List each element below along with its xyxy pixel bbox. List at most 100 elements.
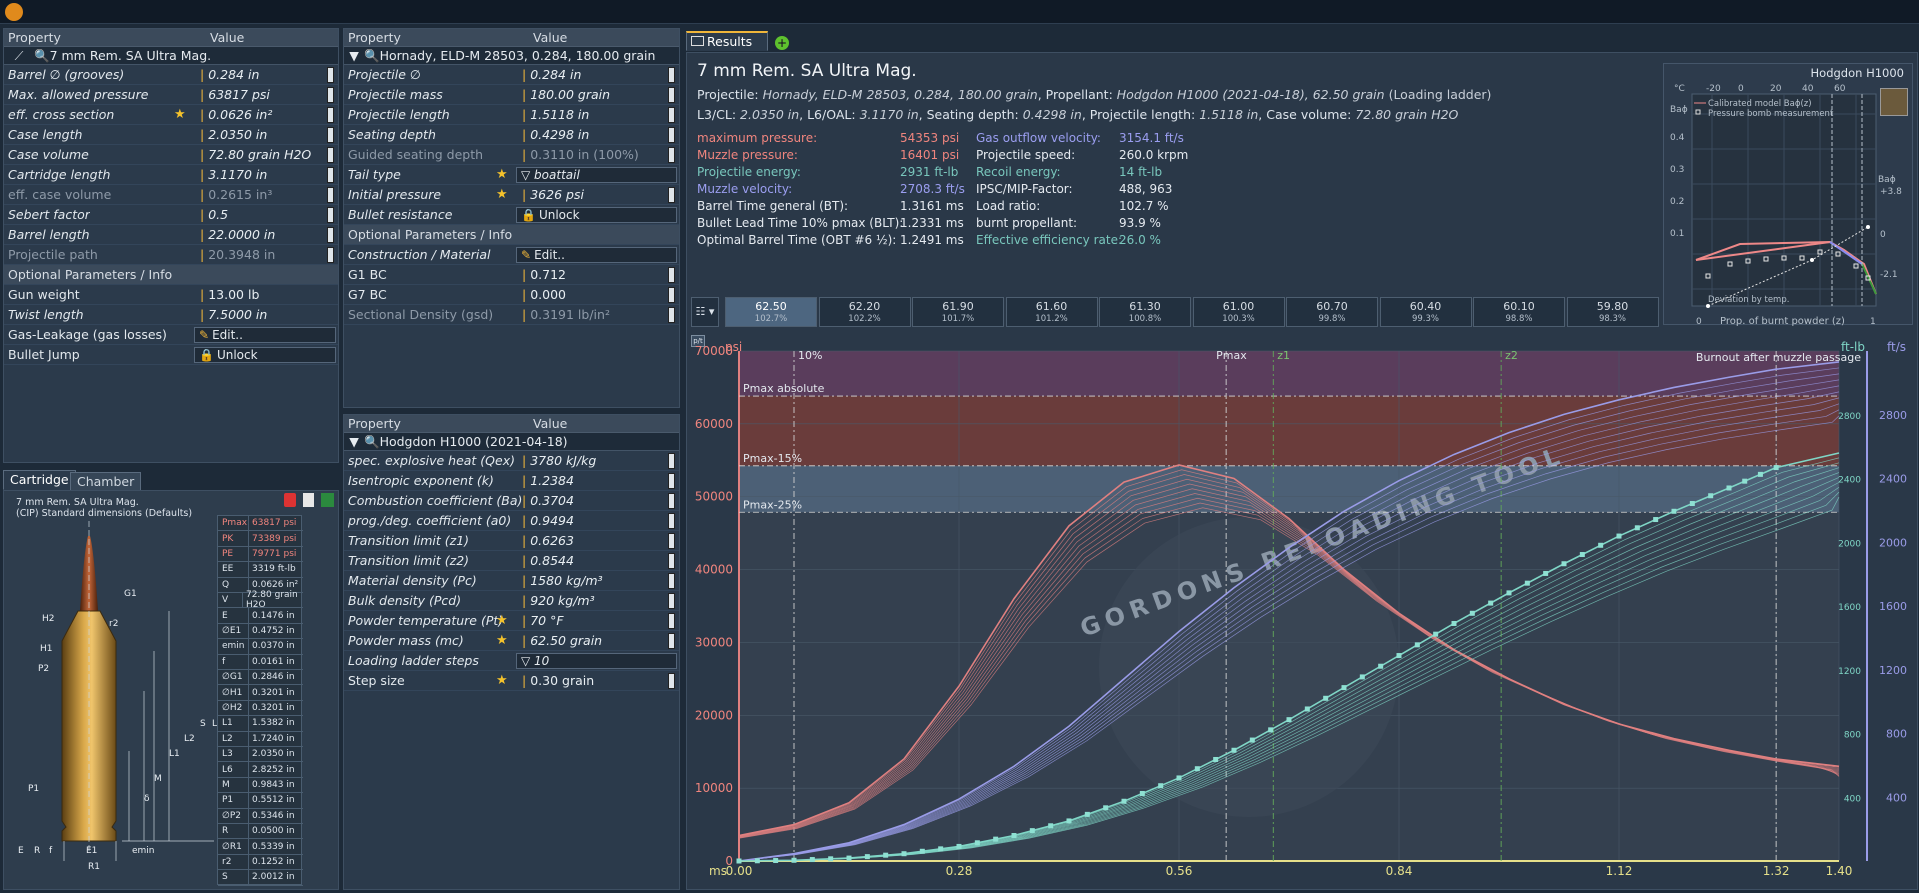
ladder-step[interactable]: 59.80 98.3% (1566, 297, 1659, 327)
property-row[interactable]: Max. allowed pressure | 63817 psi (4, 85, 338, 105)
spin-control[interactable] (327, 87, 334, 103)
ladder-step[interactable]: 62.50 102.7% (725, 297, 817, 327)
property-value[interactable]: | 0.4298 in (522, 127, 589, 142)
spin-control[interactable] (668, 287, 675, 303)
edit-button[interactable]: ✎ Edit.. (516, 247, 677, 263)
property-value[interactable]: | 1.5118 in (522, 107, 589, 122)
property-row[interactable]: Case length | 2.0350 in (4, 125, 338, 145)
property-row[interactable]: G7 BC | 0.000 (344, 285, 679, 305)
spin-control[interactable] (668, 87, 675, 103)
property-value[interactable]: | 180.00 grain (522, 87, 610, 102)
property-row[interactable]: Case volume | 72.80 grain H2O (4, 145, 338, 165)
property-value[interactable]: | 0.30 grain (522, 673, 594, 688)
property-row[interactable]: Isentropic exponent (k) | 1.2384 (344, 471, 679, 491)
star-icon[interactable]: ★ (496, 167, 508, 182)
spin-control[interactable] (327, 67, 334, 83)
property-row[interactable]: Construction / Material ✎ Edit.. (344, 245, 679, 265)
spin-control[interactable] (668, 513, 675, 529)
edit-button[interactable]: 🔒 Unlock (194, 347, 336, 363)
search-icon[interactable]: 🔍 (364, 434, 380, 450)
property-row[interactable]: Initial pressure ★ | 3626 psi (344, 185, 679, 205)
spin-control[interactable] (327, 107, 334, 123)
property-value[interactable]: | 22.0000 in (200, 227, 275, 242)
property-value[interactable]: | 1580 kg/m³ (522, 573, 603, 588)
spin-control[interactable] (668, 493, 675, 509)
ladder-step[interactable]: 62.20 102.2% (818, 297, 911, 327)
tab-results[interactable]: Results (686, 31, 768, 51)
property-row[interactable]: Powder mass (mc) ★ | 62.50 grain (344, 631, 679, 651)
star-icon[interactable]: ★ (496, 673, 508, 688)
property-value[interactable]: | 0.284 in (200, 67, 259, 82)
property-row[interactable]: Combustion coefficient (Ba) | 0.3704 (344, 491, 679, 511)
propellant-selector[interactable]: ▼ 🔍 Hodgdon H1000 (2021-04-18) (344, 433, 679, 451)
spin-control[interactable] (668, 187, 675, 203)
spin-control[interactable] (668, 267, 675, 283)
star-icon[interactable]: ★ (496, 613, 508, 628)
page-icon[interactable] (303, 493, 314, 507)
projectile-selector[interactable]: ▼ 🔍 Hornady, ELD-M 28503, 0.284, 180.00 gr… (344, 47, 679, 65)
property-row[interactable]: prog./deg. coefficient (a0) | 0.9494 (344, 511, 679, 531)
property-value[interactable]: | 70 °F (522, 613, 564, 628)
spin-control[interactable] (668, 553, 675, 569)
property-row[interactable]: Material density (Pc) | 1580 kg/m³ (344, 571, 679, 591)
property-value[interactable]: | 3626 psi (522, 187, 584, 202)
property-row[interactable]: Transition limit (z2) | 0.8544 (344, 551, 679, 571)
spin-control[interactable] (668, 473, 675, 489)
property-value[interactable]: | 0.0626 in² (200, 107, 272, 122)
ladder-step[interactable]: 60.70 99.8% (1286, 297, 1378, 327)
spin-control[interactable] (327, 207, 334, 223)
collapse-icon[interactable]: ▼ (344, 434, 364, 449)
spin-control[interactable] (668, 573, 675, 589)
property-row[interactable]: Sebert factor | 0.5 (4, 205, 338, 225)
spin-control[interactable] (668, 673, 675, 689)
cartridge-selector[interactable]: ⟋ 🔍 7 mm Rem. SA Ultra Mag. (4, 47, 338, 65)
ladder-step[interactable]: 61.00 100.3% (1192, 297, 1285, 327)
property-row[interactable]: eff. case volume | 0.2615 in³ (4, 185, 338, 205)
property-value[interactable]: | 0.3191 lb/in² (522, 307, 610, 322)
spin-control[interactable] (668, 633, 675, 649)
tab-chamber[interactable]: Chamber (70, 472, 142, 492)
search-icon[interactable]: 🔍 (34, 48, 50, 64)
dropdown[interactable]: ▽ 10 (516, 653, 677, 669)
search-icon[interactable]: 🔍 (364, 48, 380, 64)
ladder-menu-button[interactable]: ☷ ▾ (691, 297, 719, 327)
property-value[interactable]: | 0.3110 in (100%) (522, 147, 639, 162)
property-value[interactable]: | 0.2615 in³ (200, 187, 272, 202)
property-row[interactable]: Step size ★ | 0.30 grain (344, 671, 679, 691)
property-row[interactable]: Cartridge length | 3.1170 in (4, 165, 338, 185)
property-row[interactable]: Loading ladder steps ▽ 10 (344, 651, 679, 671)
property-value[interactable]: | 0.8544 (522, 553, 574, 568)
spin-control[interactable] (327, 187, 334, 203)
property-value[interactable]: | 2.0350 in (200, 127, 267, 142)
property-row[interactable]: eff. cross section ★ | 0.0626 in² (4, 105, 338, 125)
property-value[interactable]: | 72.80 grain H2O (200, 147, 311, 162)
spin-control[interactable] (668, 147, 675, 163)
spin-control[interactable] (668, 107, 675, 123)
spin-control[interactable] (668, 453, 675, 469)
star-icon[interactable]: ★ (174, 107, 186, 122)
collapse-icon[interactable]: ▼ (344, 48, 364, 63)
property-value[interactable]: | 20.3948 in (200, 247, 275, 262)
ladder-step[interactable]: 61.60 101.2% (1005, 297, 1098, 327)
ladder-step[interactable]: 60.10 98.8% (1473, 297, 1565, 327)
property-value[interactable]: | 920 kg/m³ (522, 593, 595, 608)
property-value[interactable]: | 0.9494 (522, 513, 574, 528)
hat-icon[interactable] (5, 3, 23, 21)
spin-control[interactable] (327, 127, 334, 143)
property-value[interactable]: | 0.712 (522, 267, 566, 282)
star-icon[interactable]: ★ (496, 187, 508, 202)
property-row[interactable]: Gun weight | 13.00 lb (4, 285, 338, 305)
property-row[interactable]: Sectional Density (gsd) | 0.3191 lb/in² (344, 305, 679, 325)
property-row[interactable]: Barrel length | 22.0000 in (4, 225, 338, 245)
edit-button[interactable]: ✎ Edit.. (194, 327, 336, 343)
property-value[interactable]: | 1.2384 (522, 473, 574, 488)
property-row[interactable]: Guided seating depth | 0.3110 in (100%) (344, 145, 679, 165)
spin-control[interactable] (668, 613, 675, 629)
ladder-step[interactable]: 61.90 101.7% (912, 297, 1004, 327)
ladder-step[interactable]: 61.30 100.8% (1099, 297, 1191, 327)
property-value[interactable]: | 62.50 grain (522, 633, 602, 648)
property-row[interactable]: Seating depth | 0.4298 in (344, 125, 679, 145)
spin-control[interactable] (668, 127, 675, 143)
property-row[interactable]: Bullet resistance 🔒 Unlock (344, 205, 679, 225)
star-icon[interactable]: ★ (496, 633, 508, 648)
